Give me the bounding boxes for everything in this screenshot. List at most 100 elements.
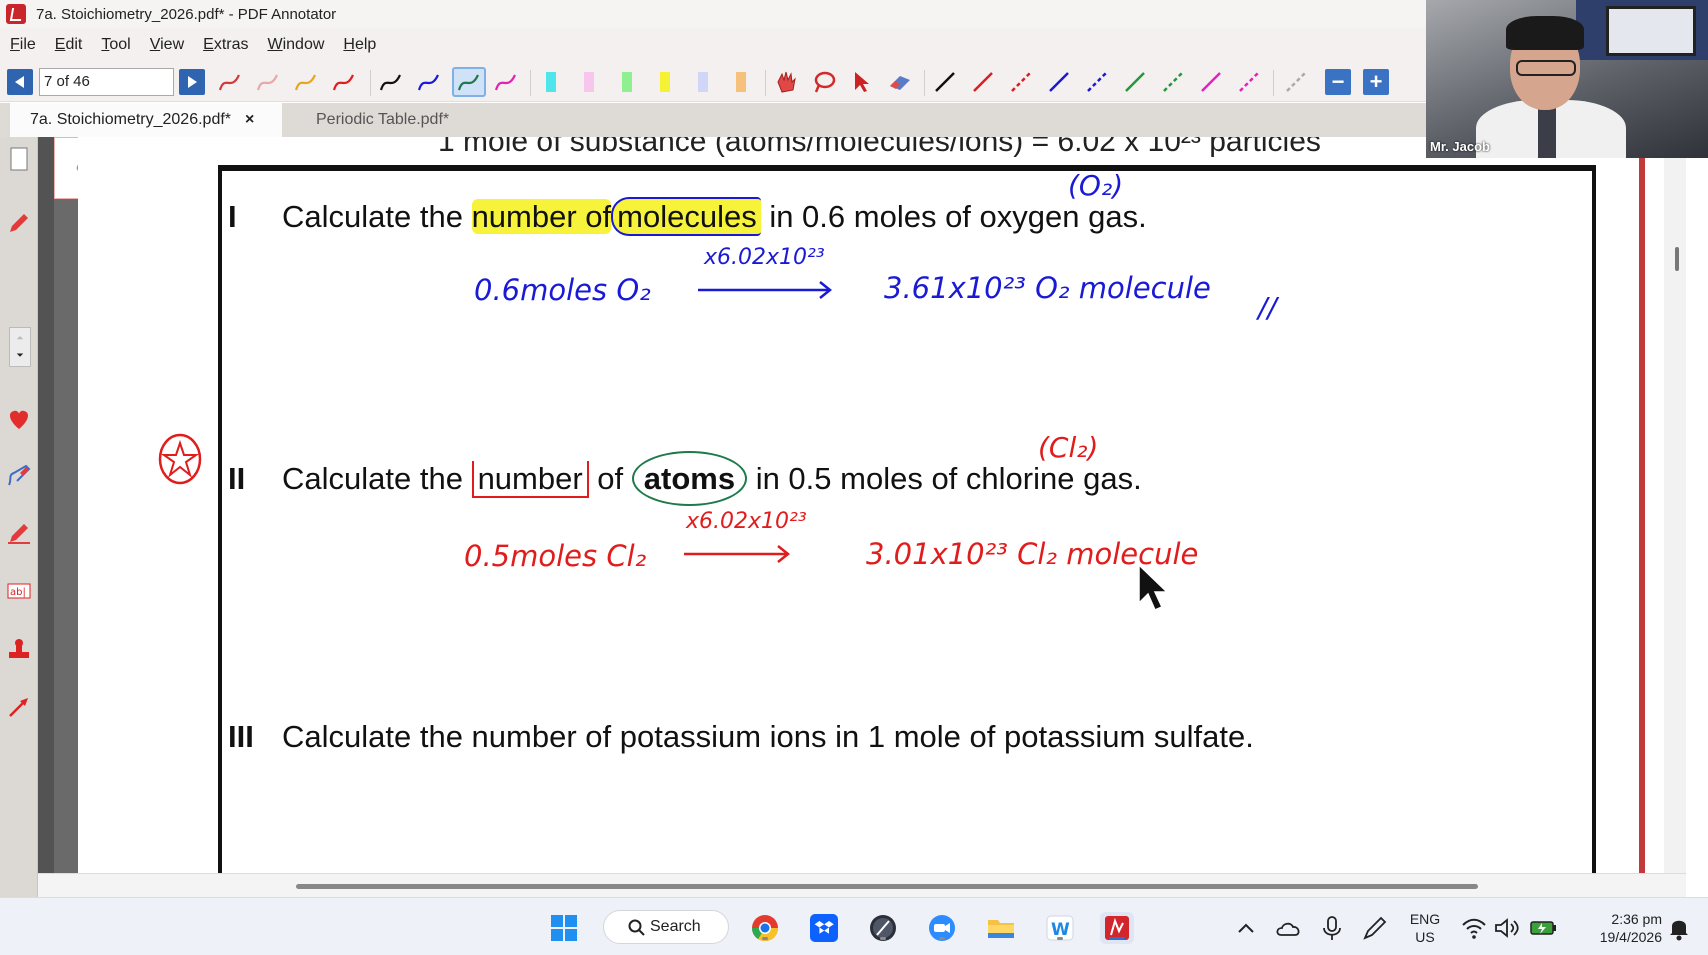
document-view[interactable]: 1 mole of substance (atoms/molecules/ion… [38, 137, 1686, 873]
pen-red-2-button[interactable] [330, 69, 358, 95]
pen-menu-icon[interactable] [1358, 912, 1392, 944]
svg-text:ab|: ab| [10, 587, 26, 598]
line-red-button[interactable] [969, 69, 997, 95]
line-green-button[interactable] [1121, 69, 1149, 95]
line-black-button[interactable] [931, 69, 959, 95]
marker-icon[interactable] [5, 519, 33, 547]
page-number-field[interactable]: 7 of 46 [39, 68, 174, 96]
zoom-app-icon[interactable] [925, 912, 959, 944]
annotation-q1-left: 0.6moles O₂ [474, 273, 651, 307]
line-blue-dashed-button[interactable] [1083, 69, 1111, 95]
tab-periodic-table[interactable]: Periodic Table.pdf* [296, 103, 449, 137]
heart-icon[interactable] [5, 405, 33, 433]
tab-stoichiometry[interactable]: 7a. Stoichiometry_2026.pdf* × [10, 103, 282, 137]
highlighter-green-button[interactable] [613, 69, 641, 95]
running-indicator [1057, 937, 1063, 940]
question-number: II [228, 461, 246, 496]
battery-charging-icon[interactable] [1526, 912, 1560, 944]
highlighter-icon [736, 72, 746, 92]
pdf-annotator-taskbar-icon[interactable] [1100, 912, 1134, 944]
hand-tool-button[interactable] [772, 69, 800, 95]
chevron-down-icon [16, 335, 24, 357]
annotation-q2-arrow-label: x6.02x10²³ [686, 509, 807, 534]
pen-orange-button[interactable] [292, 69, 320, 95]
zoom-out-button[interactable]: − [1325, 69, 1351, 95]
window-title: 7a. Stoichiometry_2026.pdf* - PDF Annota… [36, 5, 337, 23]
onedrive-cloud-icon[interactable] [1272, 912, 1306, 944]
pen-red-1-button[interactable] [216, 69, 244, 95]
volume-icon[interactable] [1490, 912, 1524, 944]
webcam-name-label: Mr. Jacob [1430, 139, 1490, 154]
line-magenta-dashed-button[interactable] [1235, 69, 1263, 95]
line-green-dashed-button[interactable] [1159, 69, 1187, 95]
dashed-line-icon [1011, 72, 1031, 92]
highlighter-lavender-button[interactable] [689, 69, 717, 95]
pencil-icon[interactable] [5, 209, 33, 237]
scrollbar-thumb[interactable] [1675, 247, 1679, 271]
pen-magenta-button[interactable] [492, 69, 520, 95]
pen-blue-button[interactable] [415, 69, 443, 95]
toolbar-separator [370, 70, 371, 96]
line-gray-dashed-button[interactable] [1282, 69, 1310, 95]
eraser-tool-button[interactable] [886, 69, 914, 95]
horizontal-scrollbar[interactable] [38, 873, 1686, 897]
stamp-icon[interactable] [5, 635, 33, 663]
show-hidden-icons-chevron-icon[interactable] [1229, 912, 1263, 944]
question-text-post: in 0.5 moles of chlorine gas. [747, 461, 1142, 496]
language-indicator[interactable]: ENG US [1402, 910, 1448, 946]
file-explorer-icon[interactable] [984, 912, 1018, 944]
line-magenta-button[interactable] [1197, 69, 1225, 95]
pen-stroke-icon [256, 74, 278, 91]
pen-pink-button[interactable] [254, 69, 282, 95]
windows-start-icon[interactable] [547, 912, 581, 944]
next-page-button[interactable] [179, 69, 205, 95]
lasso-tool-button[interactable] [810, 69, 838, 95]
select-tool-button[interactable] [848, 69, 876, 95]
pen-stroke-icon [218, 74, 240, 91]
microphone-icon[interactable] [1315, 912, 1349, 944]
question-text-pre: Calculate the [282, 461, 472, 496]
highlighter-icon [584, 72, 594, 92]
compass-app-icon[interactable] [866, 912, 900, 944]
dropbox-icon[interactable] [807, 912, 841, 944]
menu-tool[interactable]: Tool [101, 36, 130, 54]
text-box-icon[interactable]: ab| [5, 577, 33, 605]
highlighter-orange-button[interactable] [727, 69, 755, 95]
highlighter-yellow-button[interactable] [651, 69, 679, 95]
notification-bell-icon[interactable] [1664, 912, 1694, 944]
line-red-dashed-button[interactable] [1007, 69, 1035, 95]
blank-page-icon[interactable] [5, 145, 33, 173]
taskbar-search-box[interactable]: Search [603, 910, 729, 944]
line-blue-button[interactable] [1045, 69, 1073, 95]
arrow-tool-icon[interactable] [5, 693, 33, 721]
highlighter-pink-button[interactable] [575, 69, 603, 95]
menu-extras[interactable]: Extras [203, 36, 248, 54]
freehand-pen-icon[interactable] [5, 462, 33, 490]
dashed-line-icon [1163, 72, 1183, 92]
pen-stroke-icon [457, 74, 479, 91]
toolbar-separator [765, 70, 766, 96]
dashed-line-icon [1239, 72, 1259, 92]
menu-help[interactable]: Help [343, 36, 376, 54]
zoom-in-button[interactable]: + [1363, 69, 1389, 95]
chrome-icon[interactable] [748, 912, 782, 944]
annotation-formula-cl2: (Cl₂) [1038, 431, 1099, 464]
scrollbar-thumb[interactable] [296, 884, 1478, 889]
close-tab-icon[interactable]: × [245, 111, 254, 129]
star-circle-mark-icon [158, 433, 202, 485]
clock[interactable]: 2:36 pm 19/4/2026 [1570, 910, 1662, 946]
previous-page-button[interactable] [7, 69, 33, 95]
wifi-icon[interactable] [1457, 912, 1491, 944]
scroll-stepper[interactable] [9, 327, 31, 367]
menu-file[interactable]: File [10, 36, 36, 54]
pen-black-button[interactable] [377, 69, 405, 95]
menu-view[interactable]: View [150, 36, 184, 54]
pen-green-button-selected[interactable] [452, 67, 486, 97]
menu-edit[interactable]: Edit [55, 36, 83, 54]
word-app-icon[interactable]: W [1043, 912, 1077, 944]
webcam-person-tie [1538, 108, 1556, 158]
highlighter-cyan-button[interactable] [537, 69, 565, 95]
vertical-scrollbar[interactable] [1664, 137, 1686, 873]
line-icon [1125, 72, 1145, 92]
menu-window[interactable]: Window [267, 36, 324, 54]
